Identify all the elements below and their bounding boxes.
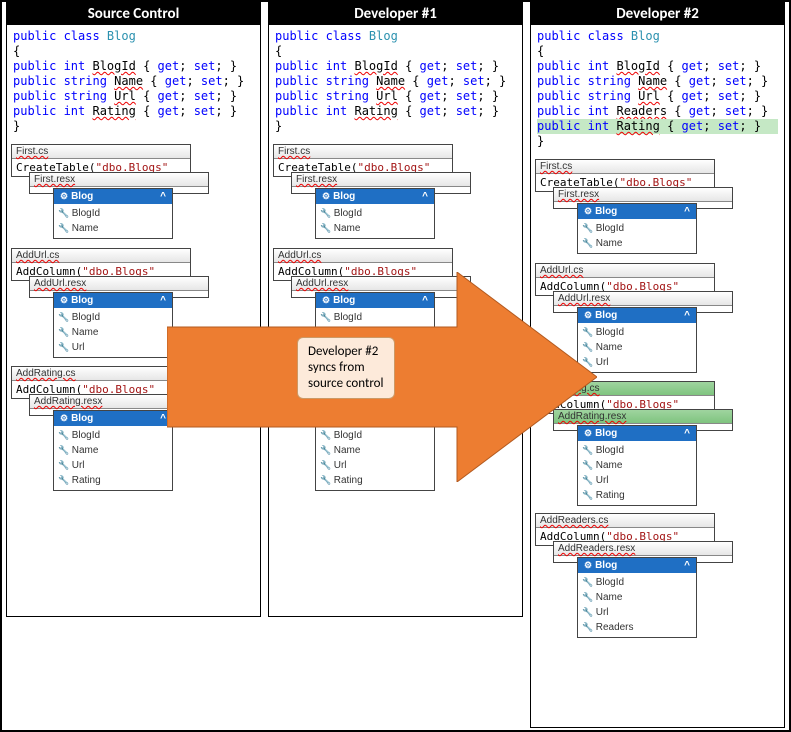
resx-title: First.resx [554, 188, 732, 202]
panel-row: Readers [582, 620, 692, 635]
schema-panel: Blog ^ BlogIdNameUrl [53, 292, 173, 358]
panel-head: Blog ^ [54, 293, 172, 308]
panel-body: BlogIdNameUrlReaders [578, 573, 696, 637]
cs-title: AddRating.cs [12, 367, 190, 381]
panel-body: BlogIdNameUrl [54, 308, 172, 357]
panel-row: Name [582, 236, 692, 251]
panel-head: Blog ^ [316, 189, 434, 204]
schema-panel: Blog ^ BlogIdName [577, 203, 697, 254]
gear-icon [60, 295, 71, 306]
panel-row: Name [582, 458, 692, 473]
panel-row: Name [58, 221, 168, 236]
panel-row: BlogId [58, 310, 168, 325]
panel-row: Url [582, 605, 692, 620]
panel-body: BlogIdNameUrlRating [54, 426, 172, 490]
panel-body: BlogIdName [54, 204, 172, 238]
panel-row: Url [58, 340, 168, 355]
class-code: public class Blog{ public int BlogId { g… [269, 25, 522, 138]
cs-title: AddReaders.cs [536, 514, 714, 528]
diagram-canvas: Developer #2 syncs from source control S… [0, 0, 791, 732]
chevron-up-icon: ^ [684, 428, 690, 439]
schema-panel: Blog ^ BlogIdNameUrlRating [53, 410, 173, 491]
chevron-up-icon: ^ [160, 413, 166, 424]
panel-head: Blog ^ [54, 189, 172, 204]
panel-row: BlogId [320, 206, 430, 221]
chevron-up-icon: ^ [684, 560, 690, 571]
panel-row: BlogId [58, 206, 168, 221]
panel-body: BlogIdName [578, 219, 696, 253]
panel-row: Url [582, 355, 692, 370]
migration-stack-first: First.cs CreateTable("dbo.Blogs" First.r… [535, 159, 780, 253]
panel-row: BlogId [582, 325, 692, 340]
panel-row: Name [320, 221, 430, 236]
column-header: Source Control [7, 3, 260, 25]
gear-icon [60, 191, 71, 202]
gear-icon [584, 560, 595, 571]
column-header: Developer #1 [269, 3, 522, 25]
class-code: public class Blog{ public int BlogId { g… [531, 25, 784, 153]
panel-row: Url [58, 458, 168, 473]
callout-sync: Developer #2 syncs from source control [297, 337, 395, 399]
panel-row: BlogId [58, 428, 168, 443]
panel-head: Blog ^ [578, 204, 696, 219]
migration-stack-first: First.cs CreateTable("dbo.Blogs" First.r… [11, 144, 256, 238]
chevron-up-icon: ^ [684, 310, 690, 321]
callout-line: syncs from [308, 360, 384, 376]
panel-row: Rating [582, 488, 692, 503]
migration-stack-first: First.cs CreateTable("dbo.Blogs" First.r… [273, 144, 518, 238]
cs-title: First.cs [274, 145, 452, 159]
chevron-up-icon: ^ [684, 206, 690, 217]
migration-stack-addreaders: AddReaders.cs AddColumn("dbo.Blogs" AddR… [535, 513, 780, 635]
panel-head: Blog ^ [578, 558, 696, 573]
gear-icon [322, 191, 333, 202]
panel-row: Name [582, 340, 692, 355]
class-code: public class Blog{ public int BlogId { g… [7, 25, 260, 138]
schema-panel: Blog ^ BlogIdName [53, 188, 173, 239]
cs-title: First.cs [12, 145, 190, 159]
panel-head: Blog ^ [54, 411, 172, 426]
panel-row: Url [582, 473, 692, 488]
panel-row: Rating [58, 473, 168, 488]
cs-title: AddUrl.cs [274, 249, 452, 263]
chevron-up-icon: ^ [160, 191, 166, 202]
resx-title: First.resx [30, 173, 208, 187]
panel-row: Name [58, 443, 168, 458]
gear-icon [60, 413, 71, 424]
cs-title: First.cs [536, 160, 714, 174]
panel-row: BlogId [582, 443, 692, 458]
panel-body: BlogIdName [316, 204, 434, 238]
chevron-up-icon: ^ [160, 295, 166, 306]
cs-title: AddUrl.cs [12, 249, 190, 263]
callout-line: Developer #2 [308, 344, 384, 360]
schema-panel: Blog ^ BlogIdName [315, 188, 435, 239]
resx-title: AddReaders.resx [554, 542, 732, 556]
panel-row: Name [58, 325, 168, 340]
column-header: Developer #2 [531, 3, 784, 25]
gear-icon [584, 206, 595, 217]
resx-title: First.resx [292, 173, 470, 187]
panel-row: Name [582, 590, 692, 605]
panel-row: BlogId [582, 221, 692, 236]
chevron-up-icon: ^ [422, 191, 428, 202]
schema-panel: Blog ^ BlogIdNameUrlReaders [577, 557, 697, 638]
panel-row: BlogId [582, 575, 692, 590]
callout-line: source control [308, 376, 384, 392]
